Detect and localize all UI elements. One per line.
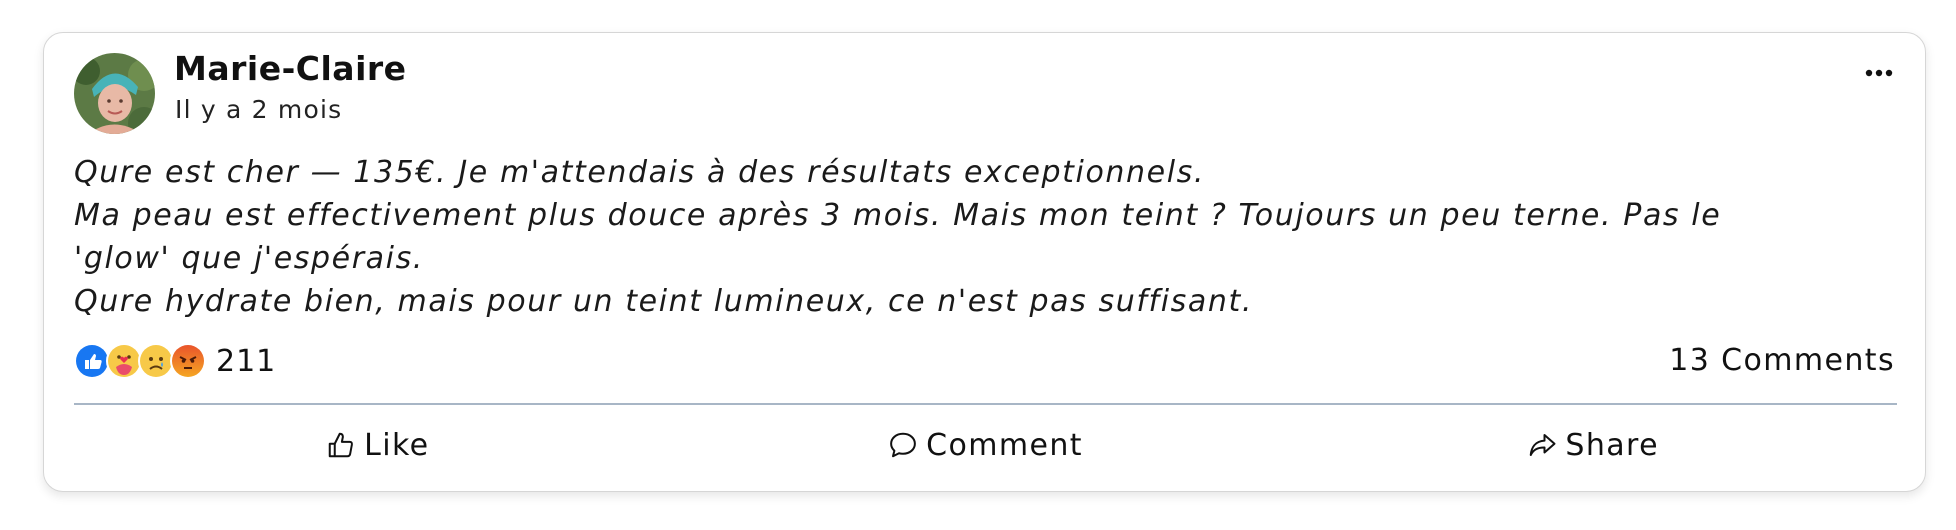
- care-reaction-icon: [106, 343, 142, 379]
- like-button[interactable]: Like: [74, 413, 682, 477]
- reaction-count: 211: [216, 343, 277, 379]
- ellipsis-icon: [1865, 69, 1893, 77]
- sad-reaction-icon: [138, 343, 174, 379]
- divider: [74, 403, 1897, 405]
- avatar[interactable]: [74, 53, 155, 134]
- share-button[interactable]: Share: [1289, 413, 1897, 477]
- post-card: Marie-Claire Il y a 2 mois Qure est cher…: [43, 32, 1926, 492]
- more-options-button[interactable]: [1861, 61, 1897, 85]
- author-name[interactable]: Marie-Claire: [174, 49, 407, 88]
- post-actions-bar: Like Comment Share: [74, 413, 1897, 477]
- angry-reaction-icon: [170, 343, 206, 379]
- post-line: Qure est cher — 135€. Je m'attendais à d…: [74, 155, 1206, 190]
- post-text: Qure est cher — 135€. Je m'attendais à d…: [74, 151, 1904, 323]
- post-line: 'glow' que j'espérais.: [74, 241, 424, 276]
- comments-count-link[interactable]: 13 Comments: [1669, 343, 1895, 378]
- like-reaction-icon: [74, 343, 110, 379]
- post-timestamp[interactable]: Il y a 2 mois: [175, 95, 342, 124]
- comment-button[interactable]: Comment: [682, 413, 1290, 477]
- post-line: Ma peau est effectivement plus douce apr…: [74, 198, 1722, 233]
- speech-bubble-icon: [888, 430, 918, 460]
- share-arrow-icon: [1527, 430, 1557, 460]
- share-label: Share: [1565, 427, 1659, 463]
- like-label: Like: [364, 427, 430, 463]
- thumbs-up-icon: [326, 430, 356, 460]
- comment-label: Comment: [926, 427, 1083, 463]
- reactions-summary[interactable]: 211: [74, 341, 276, 381]
- post-line: Qure hydrate bien, mais pour un teint lu…: [74, 284, 1253, 319]
